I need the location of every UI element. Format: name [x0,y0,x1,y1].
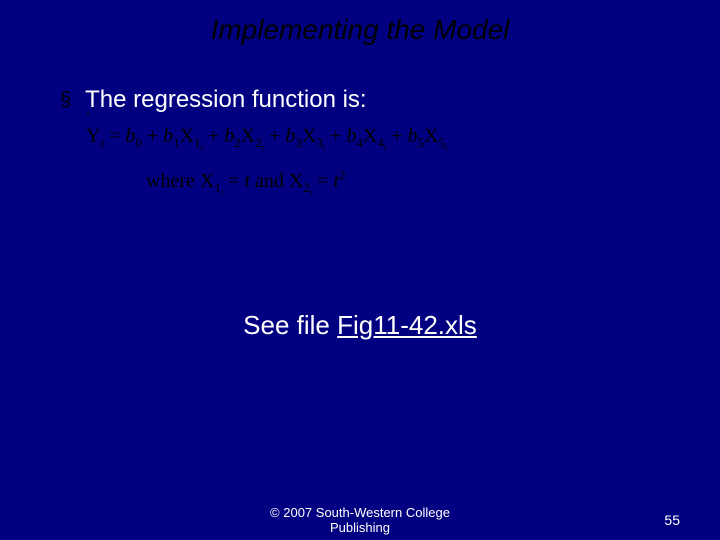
bullet-item: § The regression function is: [60,86,660,114]
slide-title: Implementing the Model [0,0,720,46]
equation-line-1: ˆYt = b0 + b1X1t + b2X2t + b3X3t + b4X4t… [86,120,660,155]
bullet-text: The regression function is: [85,86,366,114]
equation-block: ˆYt = b0 + b1X1t + b2X2t + b3X3t + b4X4t… [86,120,660,200]
file-link[interactable]: Fig11-42.xls [337,310,477,340]
see-file-line: See file Fig11-42.xls [60,310,660,341]
footer: © 2007 South-Western College Publishing [0,505,720,536]
page-number: 55 [664,512,680,528]
bullet-marker: § [60,86,71,114]
content-area: § The regression function is: ˆYt = b0 +… [0,46,720,341]
footer-line-2: Publishing [0,520,720,536]
footer-line-1: © 2007 South-Western College [0,505,720,521]
equation-line-2: where X1t = t and X2t = t2 [146,165,660,200]
see-file-prefix: See file [243,310,337,340]
